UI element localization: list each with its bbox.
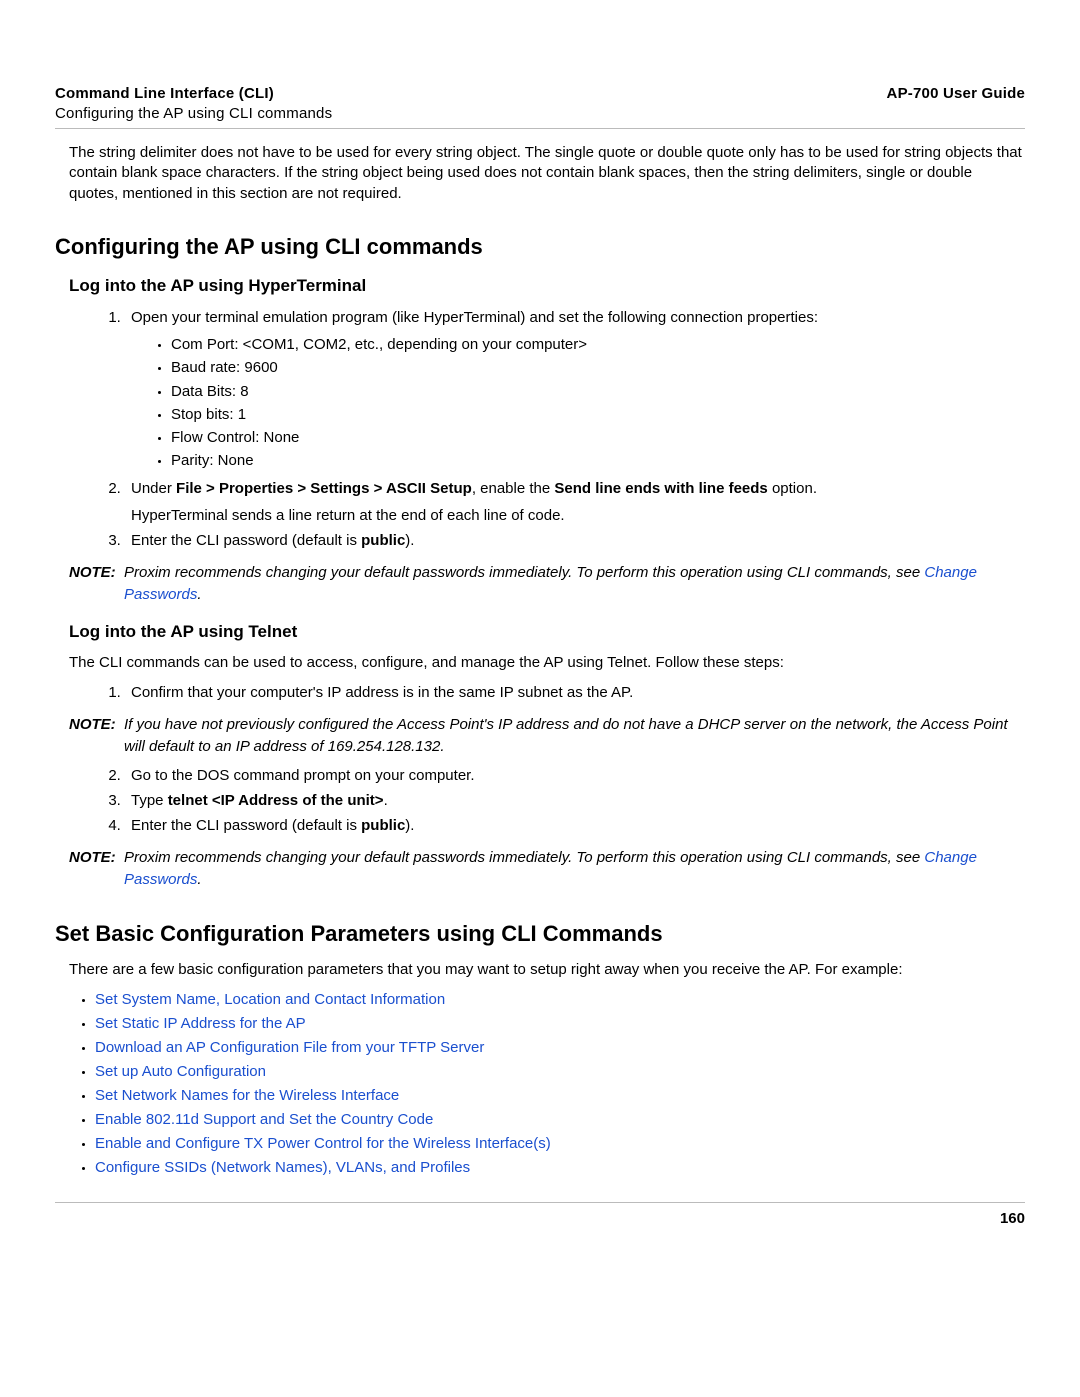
page-header: Command Line Interface (CLI) AP-700 User… — [55, 85, 1025, 102]
note-label: NOTE: — [69, 714, 124, 758]
list-item: Baud rate: 9600 — [171, 356, 1025, 379]
config-link-list: Set System Name, Location and Contact In… — [95, 988, 1025, 1180]
step-text: Enter the CLI password (default is — [131, 532, 361, 549]
telnet-lead: The CLI commands can be used to access, … — [69, 652, 1025, 673]
step-text: Under — [131, 480, 176, 497]
note-block: NOTE: Proxim recommends changing your de… — [69, 847, 1025, 891]
header-subtitle: Configuring the AP using CLI commands — [55, 105, 1025, 122]
list-item: Enter the CLI password (default is publi… — [125, 529, 1025, 552]
link-tx-power-control[interactable]: Enable and Configure TX Power Control fo… — [95, 1135, 551, 1152]
list-item: Com Port: <COM1, COM2, etc., depending o… — [171, 333, 1025, 356]
list-item: Type telnet <IP Address of the unit>. — [125, 789, 1025, 812]
hyperterminal-steps: Open your terminal emulation program (li… — [125, 306, 1025, 553]
telnet-steps-a: Confirm that your computer's IP address … — [125, 681, 1025, 704]
header-left: Command Line Interface (CLI) — [55, 85, 274, 102]
link-set-static-ip[interactable]: Set Static IP Address for the AP — [95, 1015, 306, 1032]
link-network-names-wireless[interactable]: Set Network Names for the Wireless Inter… — [95, 1087, 399, 1104]
list-item: Enable and Configure TX Power Control fo… — [95, 1132, 1025, 1156]
footer-rule — [55, 1202, 1025, 1203]
step-bold: File > Properties > Settings > ASCII Set… — [176, 480, 472, 497]
connection-properties-list: Com Port: <COM1, COM2, etc., depending o… — [171, 333, 1025, 473]
subsection-heading-telnet: Log into the AP using Telnet — [69, 622, 1025, 642]
basic-config-lead: There are a few basic configuration para… — [69, 959, 1025, 980]
step-bold: telnet <IP Address of the unit> — [168, 792, 384, 809]
list-item: Flow Control: None — [171, 426, 1025, 449]
note-block: NOTE: If you have not previously configu… — [69, 714, 1025, 758]
step-text: . — [384, 792, 388, 809]
page-number: 160 — [55, 1210, 1025, 1227]
note-text: If you have not previously configured th… — [124, 714, 1025, 758]
note-body: Proxim recommends changing your default … — [124, 562, 1025, 606]
link-set-system-name[interactable]: Set System Name, Location and Contact In… — [95, 991, 445, 1008]
list-item: Configure SSIDs (Network Names), VLANs, … — [95, 1156, 1025, 1180]
note-label: NOTE: — [69, 562, 124, 606]
list-item: Set System Name, Location and Contact In… — [95, 988, 1025, 1012]
note-text: Proxim recommends changing your default … — [124, 564, 924, 581]
header-right: AP-700 User Guide — [887, 85, 1025, 102]
subsection-heading-hyperterminal: Log into the AP using HyperTerminal — [69, 276, 1025, 296]
step-text: ). — [405, 532, 414, 549]
step-bold: public — [361, 817, 405, 834]
note-text: Proxim recommends changing your default … — [124, 849, 924, 866]
link-download-config-tftp[interactable]: Download an AP Configuration File from y… — [95, 1039, 484, 1056]
list-item: Enable 802.11d Support and Set the Count… — [95, 1108, 1025, 1132]
list-item: Enter the CLI password (default is publi… — [125, 814, 1025, 837]
section-heading-basic-config: Set Basic Configuration Parameters using… — [55, 921, 1025, 947]
list-item: Open your terminal emulation program (li… — [125, 306, 1025, 473]
note-label: NOTE: — [69, 847, 124, 891]
list-item: Go to the DOS command prompt on your com… — [125, 764, 1025, 787]
section-heading-configuring: Configuring the AP using CLI commands — [55, 234, 1025, 260]
step-bold: Send line ends with line feeds — [554, 480, 767, 497]
step-bold: public — [361, 532, 405, 549]
telnet-steps-b: Go to the DOS command prompt on your com… — [125, 764, 1025, 838]
list-item: Stop bits: 1 — [171, 403, 1025, 426]
document-page: Command Line Interface (CLI) AP-700 User… — [0, 0, 1080, 1397]
list-item: Confirm that your computer's IP address … — [125, 681, 1025, 704]
header-rule — [55, 128, 1025, 129]
list-item: Set up Auto Configuration — [95, 1060, 1025, 1084]
note-body: Proxim recommends changing your default … — [124, 847, 1025, 891]
note-block: NOTE: Proxim recommends changing your de… — [69, 562, 1025, 606]
list-item: Under File > Properties > Settings > ASC… — [125, 477, 1025, 528]
link-auto-configuration[interactable]: Set up Auto Configuration — [95, 1063, 266, 1080]
step-subtext: HyperTerminal sends a line return at the… — [131, 504, 1025, 527]
note-after: . — [197, 586, 201, 603]
step-text: , enable the — [472, 480, 555, 497]
intro-paragraph: The string delimiter does not have to be… — [69, 143, 1025, 204]
step-text: Open your terminal emulation program (li… — [131, 309, 818, 326]
step-text: ). — [405, 817, 414, 834]
list-item: Download an AP Configuration File from y… — [95, 1036, 1025, 1060]
list-item: Set Static IP Address for the AP — [95, 1012, 1025, 1036]
list-item: Data Bits: 8 — [171, 380, 1025, 403]
list-item: Parity: None — [171, 449, 1025, 472]
step-text: option. — [768, 480, 817, 497]
link-enable-80211d[interactable]: Enable 802.11d Support and Set the Count… — [95, 1111, 433, 1128]
step-text: Type — [131, 792, 168, 809]
link-configure-ssids[interactable]: Configure SSIDs (Network Names), VLANs, … — [95, 1159, 470, 1176]
note-after: . — [197, 871, 201, 888]
list-item: Set Network Names for the Wireless Inter… — [95, 1084, 1025, 1108]
step-text: Enter the CLI password (default is — [131, 817, 361, 834]
